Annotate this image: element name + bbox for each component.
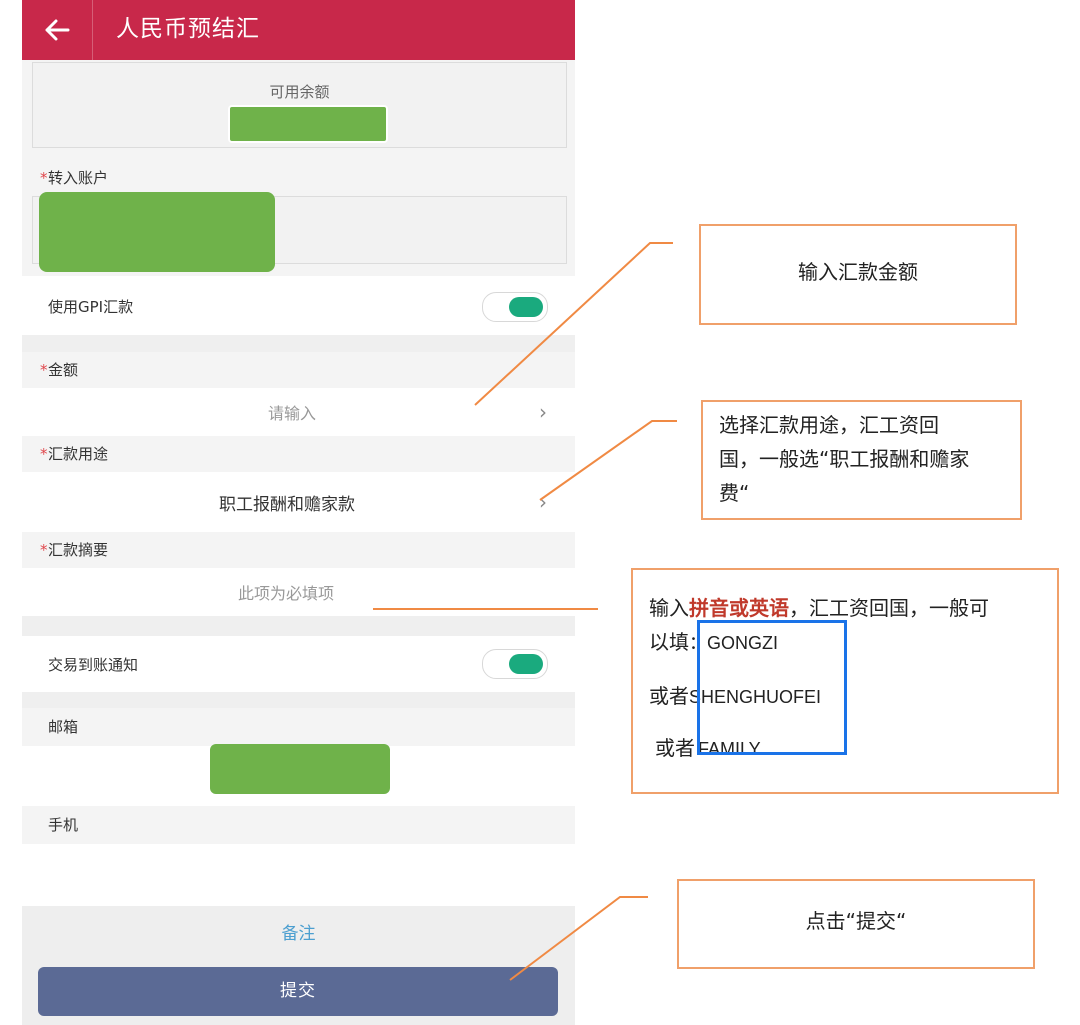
note-label: 备注 (281, 924, 316, 944)
callout-submit: 点击“提交“ (677, 879, 1035, 969)
required-marker: * (40, 541, 48, 559)
arrow-left-icon (45, 19, 70, 41)
required-marker: * (40, 445, 48, 463)
callout-purpose-line3: 费“ (719, 481, 750, 505)
text-line2: 以填 (649, 630, 689, 654)
required-marker: * (40, 361, 48, 379)
toggle-knob (509, 654, 543, 674)
callout-purpose: 选择汇款用途，汇工资回 国，一般选“职工报酬和赡家 费“ (701, 400, 1022, 520)
page-title: 人民币预结汇 (116, 16, 260, 42)
phone-label-row: 手机 (22, 806, 575, 844)
amount-input-row[interactable]: 请输入 › (22, 388, 575, 436)
back-button[interactable] (22, 0, 93, 60)
divider (22, 692, 575, 708)
balance-label: 可用余额 (269, 83, 330, 101)
redacted-account (39, 192, 275, 272)
callout-purpose-line1: 选择汇款用途，汇工资回 (719, 413, 939, 437)
redacted-balance (228, 105, 388, 143)
amount-label-row: * 金额 (22, 352, 575, 388)
callout-amount: 输入汇款金额 (699, 224, 1017, 325)
chevron-right-icon: › (539, 400, 547, 424)
app-header: 人民币预结汇 (22, 0, 575, 60)
text-or: 或者 (655, 736, 695, 760)
highlight-box (697, 620, 847, 755)
balance-section: 可用余额 (22, 60, 575, 160)
summary-input[interactable]: 此项为必填项 (238, 568, 334, 616)
phone-label: 手机 (48, 816, 79, 834)
account-label-row: * 转入账户 (22, 160, 575, 196)
account-label: 转入账户 (48, 169, 109, 187)
redacted-email (210, 744, 390, 794)
balance-card: 可用余额 (32, 62, 567, 148)
purpose-label-row: * 汇款用途 (22, 436, 575, 472)
text-suffix: ，汇工资回国，一般可 (789, 596, 989, 620)
phone-screen: 人民币预结汇 可用余额 * 转入账户 使用GPI汇款 * 金额 请输入 › * 汇款用… (22, 0, 575, 1025)
gpi-toggle[interactable] (482, 292, 548, 322)
note-row[interactable]: 备注 (22, 906, 575, 954)
amount-input[interactable]: 请输入 (268, 388, 316, 436)
summary-input-row[interactable]: 此项为必填项 (22, 568, 575, 616)
email-label: 邮箱 (48, 718, 79, 736)
notify-row: 交易到账通知 (22, 636, 575, 692)
required-marker: * (40, 169, 48, 187)
notify-label: 交易到账通知 (48, 655, 139, 674)
callout-summary-line1: 输入拼音或英语，汇工资回国，一般可 (649, 592, 989, 621)
account-field-area (22, 192, 575, 276)
gpi-row: 使用GPI汇款 (22, 277, 575, 335)
callout-amount-text: 输入汇款金额 (798, 260, 918, 284)
gpi-label: 使用GPI汇款 (48, 297, 134, 316)
purpose-select-row[interactable]: 职工报酬和赡家款 › (22, 472, 575, 532)
email-input-row[interactable] (22, 744, 575, 802)
callout-submit-text: 点击“提交“ (805, 909, 907, 933)
toggle-knob (509, 297, 543, 317)
notify-toggle[interactable] (482, 649, 548, 679)
callout-purpose-line2: 国，一般选“职工报酬和赡家 (719, 447, 970, 471)
divider (22, 616, 575, 636)
summary-label: 汇款摘要 (48, 541, 109, 559)
purpose-value[interactable]: 职工报酬和赡家款 (219, 472, 355, 532)
purpose-label: 汇款用途 (48, 445, 109, 463)
chevron-right-icon: › (539, 490, 547, 514)
phone-input-row[interactable] (22, 844, 575, 906)
divider (22, 335, 575, 352)
amount-label: 金额 (48, 361, 79, 379)
submit-button[interactable]: 提交 (38, 967, 558, 1016)
text-prefix: 输入 (649, 596, 689, 620)
text-or: 或者 (649, 684, 689, 708)
email-label-row: 邮箱 (22, 708, 575, 746)
summary-label-row: * 汇款摘要 (22, 532, 575, 568)
text-highlight: 拼音或英语 (689, 596, 789, 620)
